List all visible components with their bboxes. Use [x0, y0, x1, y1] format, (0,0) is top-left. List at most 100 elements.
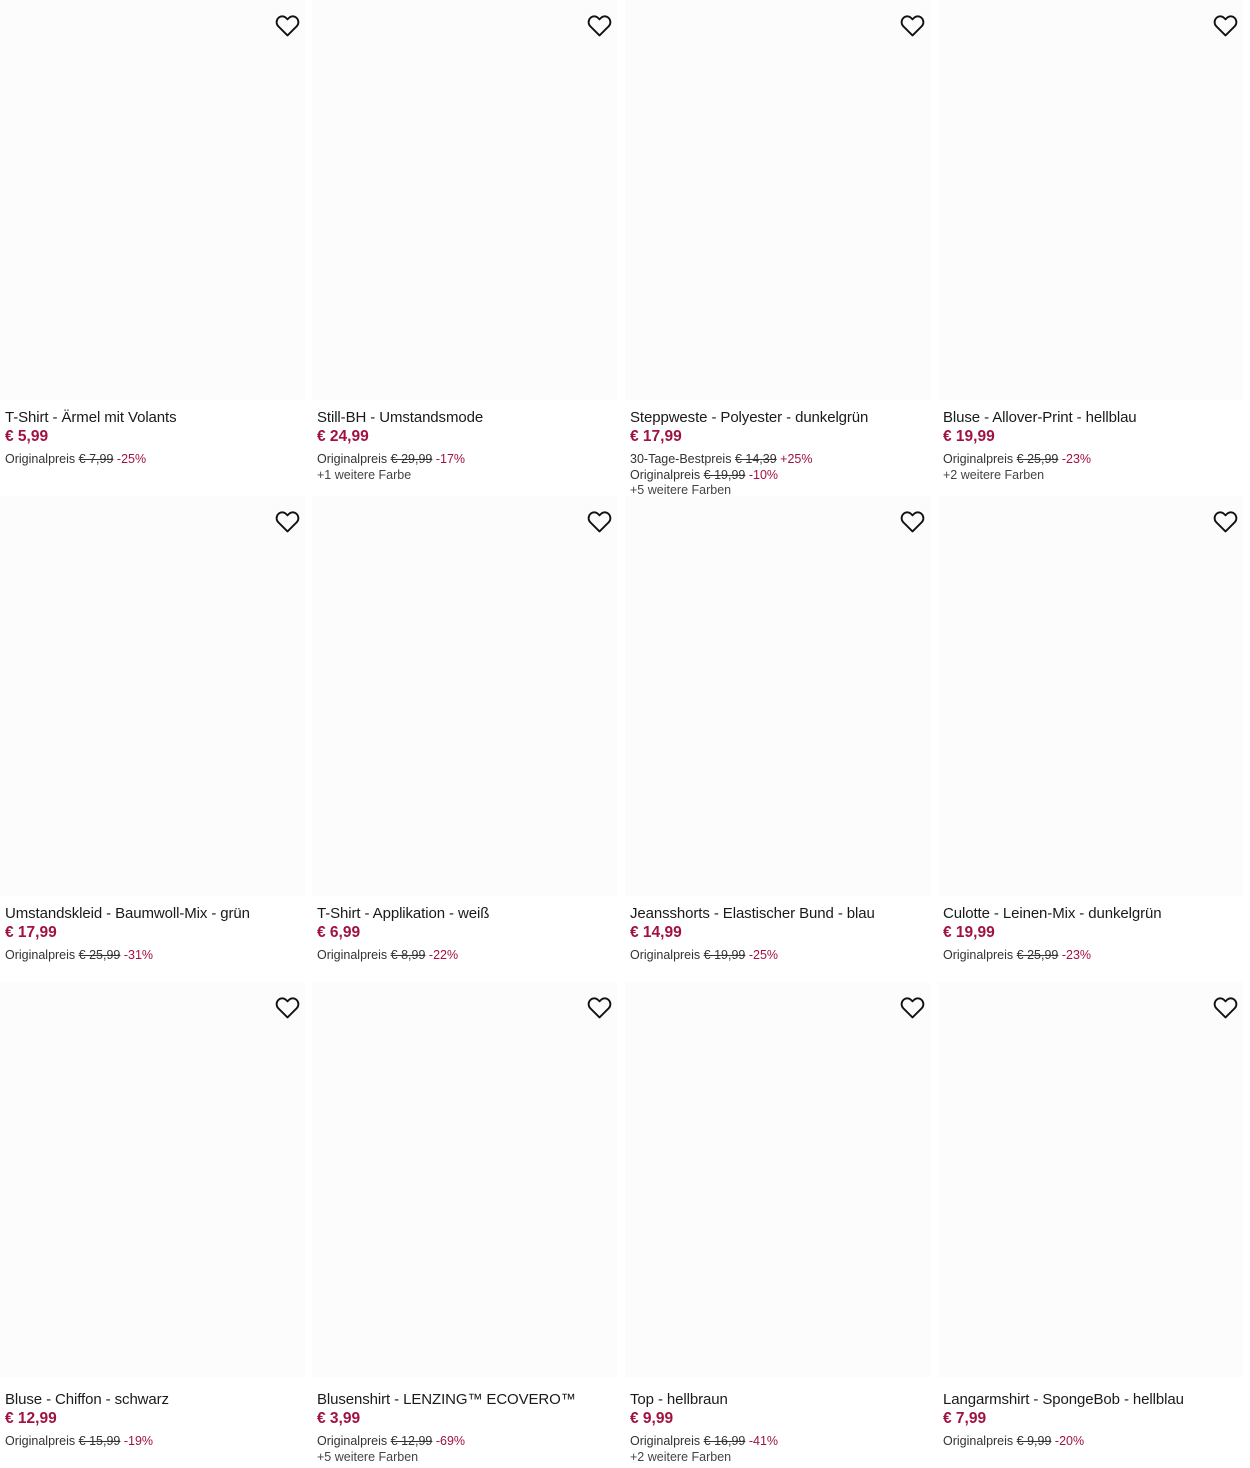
heart-outline-icon: [587, 14, 612, 37]
product-card: Jeansshorts - Elastischer Bund - blau € 1…: [625, 496, 930, 995]
price-line: Originalpreis € 12,99 -69%: [317, 1434, 617, 1450]
price-change: -17%: [435, 452, 466, 466]
heart-outline-icon: [275, 14, 300, 37]
product-image[interactable]: [312, 0, 617, 400]
product-card: Umstandskleid - Baumwoll-Mix - grün € 17,…: [0, 496, 305, 995]
product-title[interactable]: Umstandskleid - Baumwoll-Mix - grün: [5, 905, 305, 923]
wishlist-button[interactable]: [585, 993, 613, 1021]
price-label: Originalpreis: [943, 452, 1014, 466]
more-colors-link[interactable]: +1 weitere Farbe: [317, 468, 617, 484]
product-image[interactable]: [625, 982, 930, 1377]
price-label: Originalpreis: [943, 1434, 1014, 1448]
product-image[interactable]: [625, 0, 930, 400]
wishlist-button[interactable]: [898, 993, 926, 1021]
price-label: Originalpreis: [630, 1434, 701, 1448]
price-details: 30-Tage-Bestpreis € 14,39 +25% Originalpr…: [630, 452, 930, 499]
price-label: Originalpreis: [943, 948, 1014, 962]
product-image[interactable]: [938, 982, 1243, 1377]
product-price: € 7,99: [943, 1410, 987, 1427]
product-image[interactable]: [938, 496, 1243, 896]
wishlist-button[interactable]: [273, 11, 301, 39]
product-image[interactable]: [0, 496, 305, 896]
price-change: -25%: [748, 948, 779, 962]
price-label: Originalpreis: [317, 452, 388, 466]
price-details: Originalpreis € 16,99 -41% +2 weitere Far…: [630, 1434, 930, 1465]
old-price: € 8,99: [390, 948, 426, 962]
product-card: Steppweste - Polyester - dunkelgrün € 17,…: [625, 0, 930, 499]
price-label: Originalpreis: [5, 452, 76, 466]
product-image[interactable]: [625, 496, 930, 896]
wishlist-button[interactable]: [1211, 507, 1239, 535]
product-title[interactable]: Langarmshirt - SpongeBob - hellblau: [943, 1391, 1243, 1409]
old-price: € 7,99: [78, 452, 114, 466]
product-price: € 9,99: [630, 1410, 674, 1427]
product-title[interactable]: Blusenshirt - LENZING™ ECOVERO™: [317, 1391, 617, 1409]
price-details: Originalpreis € 8,99 -22%: [317, 948, 617, 964]
product-card: T-Shirt - Ärmel mit Volants € 5,99 Origina…: [0, 0, 305, 499]
product-price: € 3,99: [317, 1410, 361, 1427]
price-line: Originalpreis € 29,99 -17%: [317, 452, 617, 468]
wishlist-button[interactable]: [273, 507, 301, 535]
more-colors-link[interactable]: +2 weitere Farben: [943, 468, 1243, 484]
price-line: Originalpreis € 25,99 -23%: [943, 452, 1243, 468]
wishlist-button[interactable]: [273, 993, 301, 1021]
wishlist-button[interactable]: [585, 507, 613, 535]
price-change: -31%: [123, 948, 154, 962]
product-price: € 17,99: [5, 924, 57, 941]
product-title[interactable]: Still-BH - Umstandsmode: [317, 409, 617, 427]
product-info: Still-BH - Umstandsmode € 24,99 Originalpr…: [317, 409, 617, 483]
old-price: € 15,99: [78, 1434, 121, 1448]
price-line: Originalpreis € 9,99 -20%: [943, 1434, 1243, 1450]
price-change: -23%: [1061, 948, 1092, 962]
product-card: Top - hellbraun € 9,99 Originalpreis € 16,…: [625, 982, 930, 1468]
product-title[interactable]: Top - hellbraun: [630, 1391, 930, 1409]
product-title[interactable]: Jeansshorts - Elastischer Bund - blau: [630, 905, 930, 923]
wishlist-button[interactable]: [898, 11, 926, 39]
product-image[interactable]: [312, 496, 617, 896]
old-price: € 12,99: [390, 1434, 433, 1448]
price-change: -69%: [435, 1434, 466, 1448]
price-details: Originalpreis € 25,99 -23%: [943, 948, 1243, 964]
heart-outline-icon: [1213, 14, 1238, 37]
price-change: -41%: [748, 1434, 779, 1448]
product-info: Steppweste - Polyester - dunkelgrün € 17,…: [630, 409, 930, 499]
price-details: Originalpreis € 15,99 -19%: [5, 1434, 305, 1450]
product-price: € 24,99: [317, 428, 369, 445]
price-label: 30-Tage-Bestpreis: [630, 452, 732, 466]
more-colors-link[interactable]: +2 weitere Farben: [630, 1450, 930, 1466]
price-line: Originalpreis € 15,99 -19%: [5, 1434, 305, 1450]
more-colors-link[interactable]: +5 weitere Farben: [317, 1450, 617, 1466]
heart-outline-icon: [900, 14, 925, 37]
price-details: Originalpreis € 29,99 -17% +1 weitere Far…: [317, 452, 617, 483]
product-title[interactable]: Culotte - Leinen-Mix - dunkelgrün: [943, 905, 1243, 923]
product-image[interactable]: [312, 982, 617, 1377]
heart-outline-icon: [1213, 996, 1238, 1019]
old-price: € 25,99: [1016, 452, 1059, 466]
price-line: 30-Tage-Bestpreis € 14,39 +25%: [630, 452, 930, 468]
wishlist-button[interactable]: [1211, 11, 1239, 39]
price-change: -20%: [1054, 1434, 1085, 1448]
old-price: € 16,99: [703, 1434, 746, 1448]
wishlist-button[interactable]: [898, 507, 926, 535]
price-change: -10%: [748, 467, 779, 482]
product-title[interactable]: Steppweste - Polyester - dunkelgrün: [630, 409, 930, 427]
product-info: T-Shirt - Ärmel mit Volants € 5,99 Origina…: [5, 409, 305, 468]
old-price: € 14,39: [734, 452, 777, 466]
product-title[interactable]: Bluse - Chiffon - schwarz: [5, 1391, 305, 1409]
wishlist-button[interactable]: [1211, 993, 1239, 1021]
price-label: Originalpreis: [630, 948, 701, 962]
product-image[interactable]: [0, 0, 305, 400]
old-price: € 29,99: [390, 452, 433, 466]
product-image[interactable]: [938, 0, 1243, 400]
price-line: Originalpreis € 25,99 -31%: [5, 948, 305, 964]
product-price: € 12,99: [5, 1410, 57, 1427]
price-change: -22%: [428, 948, 459, 962]
product-title[interactable]: T-Shirt - Applikation - weiß: [317, 905, 617, 923]
product-info: Bluse - Allover-Print - hellblau € 19,99 O…: [943, 409, 1243, 483]
product-title[interactable]: Bluse - Allover-Print - hellblau: [943, 409, 1243, 427]
wishlist-button[interactable]: [585, 11, 613, 39]
price-line: Originalpreis € 19,99 -10%: [630, 468, 930, 484]
product-image[interactable]: [0, 982, 305, 1377]
product-title[interactable]: T-Shirt - Ärmel mit Volants: [5, 409, 305, 427]
heart-outline-icon: [900, 996, 925, 1019]
